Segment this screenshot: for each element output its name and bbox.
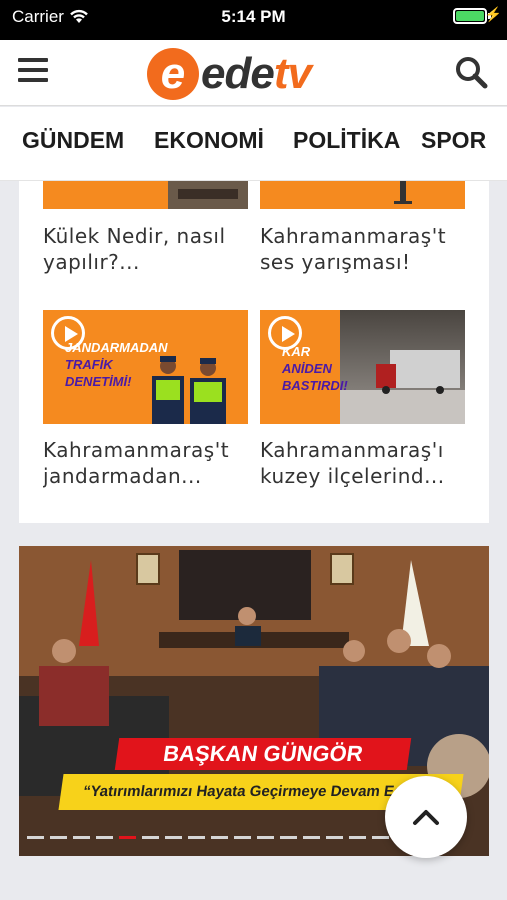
news-title-line[interactable]: Kahramanmaraş't [43, 437, 248, 464]
slider-page-dot[interactable] [142, 836, 159, 839]
news-thumbnail[interactable]: JANDARMADAN TRAFİK DENETİMİ! [43, 310, 248, 424]
tab-ekonomi[interactable]: EKONOMİ [154, 127, 264, 154]
slider-page-dot[interactable] [165, 836, 182, 839]
clock: 5:14 PM [221, 7, 286, 26]
slider-page-dot[interactable] [257, 836, 274, 839]
news-thumbnail[interactable] [260, 181, 465, 209]
tab-spor[interactable]: SPOR [421, 127, 486, 154]
slider-page-dot[interactable] [119, 836, 136, 839]
charging-bolt-icon: ⚡ [484, 6, 502, 22]
thumbnail-caption: KAR [282, 344, 311, 359]
news-grid: Külek Nedir, nasıl yapılır?... Kahramanm… [19, 181, 489, 523]
slider-page-dot[interactable] [303, 836, 320, 839]
logo-wordmark: edetv [201, 49, 312, 98]
slider-page-dot[interactable] [372, 836, 389, 839]
thumbnail-caption: DENETİMİ! [65, 374, 132, 389]
edetv-logo[interactable]: e edetv [147, 48, 312, 100]
slider-page-dot[interactable] [188, 836, 205, 839]
slider-pager [27, 836, 435, 839]
slider-page-dot[interactable] [326, 836, 343, 839]
chevron-up-icon [413, 810, 439, 825]
status-bar: Carrier 5:14 PM ⚡ [0, 0, 507, 40]
news-thumbnail[interactable] [43, 181, 248, 209]
thumbnail-caption: BASTIRDI! [282, 378, 348, 393]
app-header: e edetv [0, 40, 507, 106]
tab-politika[interactable]: POLİTİKA [293, 127, 400, 154]
thumbnail-caption: TRAFİK [65, 357, 113, 372]
slider-page-dot[interactable] [73, 836, 90, 839]
slider-page-dot[interactable] [96, 836, 113, 839]
logo-mark: e [147, 48, 199, 100]
slider-page-dot[interactable] [280, 836, 297, 839]
battery-icon [453, 8, 487, 24]
news-title-line[interactable]: Kahramanmaraş'ı [260, 437, 465, 464]
scroll-to-top-button[interactable] [385, 776, 467, 858]
news-title-line[interactable]: Kahramanmaraş't [260, 223, 465, 250]
hamburger-menu-icon[interactable] [18, 58, 48, 84]
slider-page-dot[interactable] [211, 836, 228, 839]
news-thumbnail[interactable]: KAR ANİDEN BASTIRDI! [260, 310, 465, 424]
officers-illustration [152, 356, 226, 424]
news-title-line[interactable]: Külek Nedir, nasıl [43, 223, 248, 250]
snowy-road-image [340, 310, 465, 424]
slider-page-dot[interactable] [349, 836, 366, 839]
slider-page-dot[interactable] [234, 836, 251, 839]
news-title-line[interactable]: kuzey ilçelerind... [260, 463, 465, 490]
news-title-line[interactable]: yapılır?... [43, 249, 248, 276]
thumbnail-caption: ANİDEN [282, 361, 332, 376]
news-title-line[interactable]: ses yarışması! [260, 249, 465, 276]
slider-page-dot[interactable] [27, 836, 44, 839]
category-nav: GÜNDEM EKONOMİ POLİTİKA SPOR [0, 107, 507, 181]
news-title-line[interactable]: jandarmadan... [43, 463, 248, 490]
slider-page-dot[interactable] [50, 836, 67, 839]
tab-gundem[interactable]: GÜNDEM [22, 127, 124, 154]
slider-headline: BAŞKAN GÜNGÖR [114, 738, 412, 770]
search-icon[interactable] [453, 54, 489, 90]
